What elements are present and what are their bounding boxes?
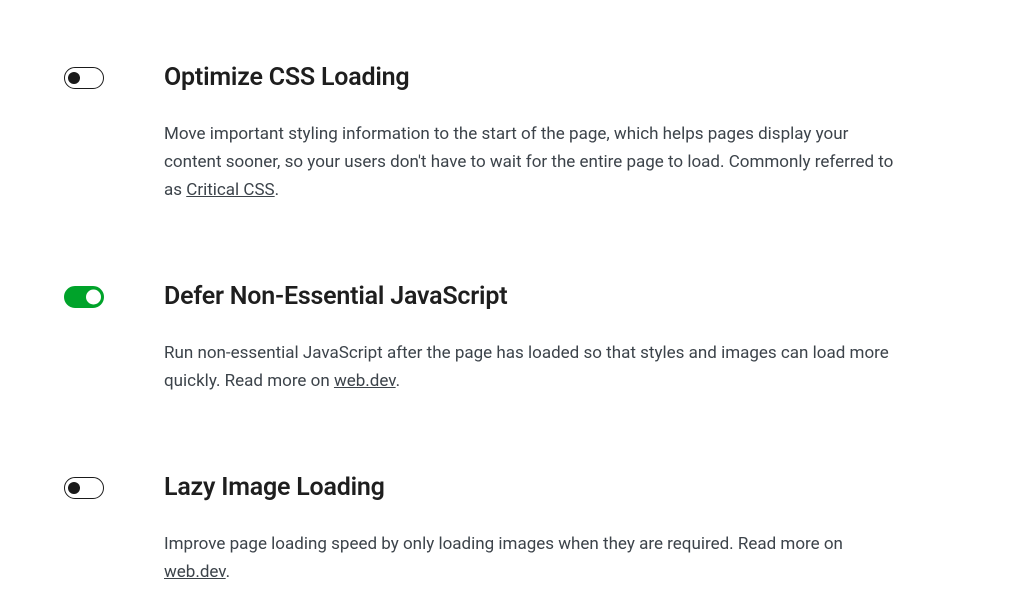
desc-text-after: . bbox=[226, 562, 230, 582]
link-webdev[interactable]: web.dev bbox=[334, 371, 396, 391]
toggle-col bbox=[64, 473, 164, 503]
toggle-defer-js[interactable] bbox=[64, 286, 104, 308]
desc-text-after: . bbox=[275, 180, 279, 200]
content-col: Optimize CSS Loading Move important styl… bbox=[164, 63, 894, 204]
setting-description: Improve page loading speed by only loadi… bbox=[164, 530, 894, 586]
toggle-knob bbox=[68, 482, 80, 494]
link-critical-css[interactable]: Critical CSS bbox=[186, 180, 274, 200]
toggle-col bbox=[64, 282, 164, 312]
toggle-knob bbox=[68, 72, 80, 84]
link-webdev[interactable]: web.dev bbox=[164, 562, 226, 582]
setting-title: Lazy Image Loading bbox=[164, 473, 894, 502]
content-col: Defer Non-Essential JavaScript Run non-e… bbox=[164, 282, 894, 395]
setting-lazy-images: Lazy Image Loading Improve page loading … bbox=[64, 473, 948, 586]
desc-text-after: . bbox=[396, 371, 400, 391]
setting-optimize-css: Optimize CSS Loading Move important styl… bbox=[64, 63, 948, 204]
desc-text-before: Improve page loading speed by only loadi… bbox=[164, 534, 843, 554]
setting-defer-js: Defer Non-Essential JavaScript Run non-e… bbox=[64, 282, 948, 395]
desc-text-before: Run non-essential JavaScript after the p… bbox=[164, 343, 889, 391]
toggle-col bbox=[64, 63, 164, 93]
setting-title: Defer Non-Essential JavaScript bbox=[164, 282, 894, 311]
setting-description: Move important styling information to th… bbox=[164, 120, 894, 204]
content-col: Lazy Image Loading Improve page loading … bbox=[164, 473, 894, 586]
setting-title: Optimize CSS Loading bbox=[164, 63, 894, 92]
setting-description: Run non-essential JavaScript after the p… bbox=[164, 339, 894, 395]
toggle-lazy-images[interactable] bbox=[64, 477, 104, 499]
toggle-knob bbox=[86, 290, 101, 305]
toggle-optimize-css[interactable] bbox=[64, 67, 104, 89]
